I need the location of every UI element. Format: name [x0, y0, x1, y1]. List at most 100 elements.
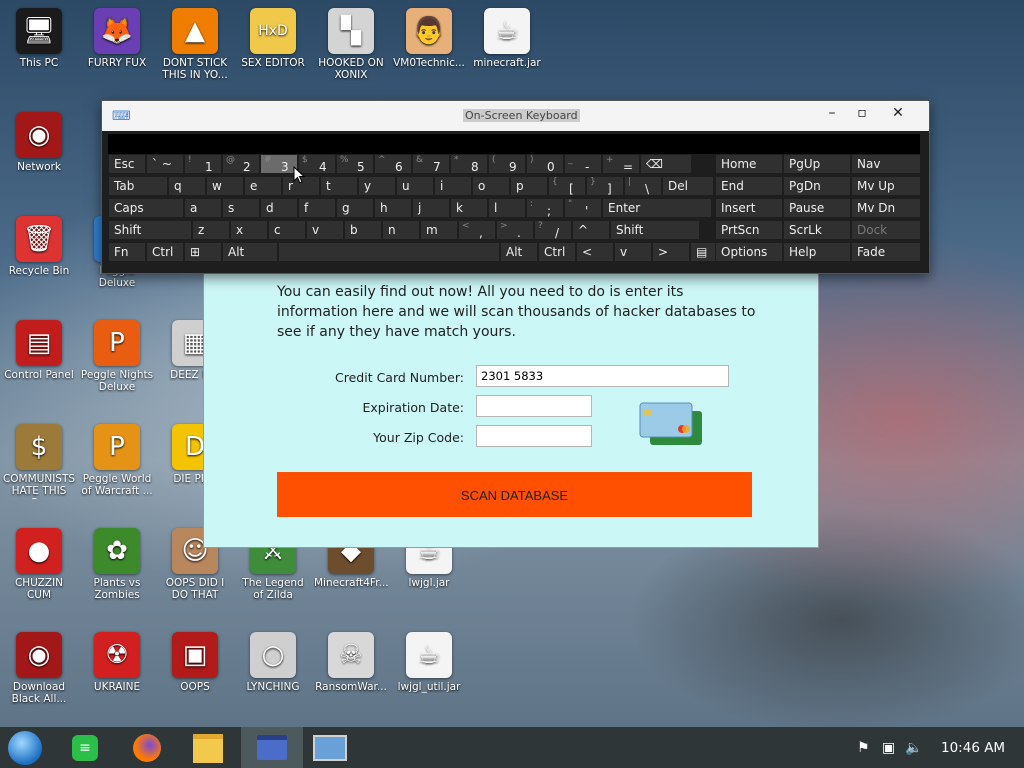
key[interactable]: v	[306, 220, 344, 240]
key[interactable]: :;	[526, 198, 564, 218]
key[interactable]: Shift	[610, 220, 700, 240]
key[interactable]: j	[412, 198, 450, 218]
key[interactable]: i	[434, 176, 472, 196]
key[interactable]: Alt	[222, 242, 278, 262]
desktop-icon[interactable]: 🖥 This PC	[2, 8, 76, 69]
nav-key[interactable]: Dock	[851, 220, 921, 240]
key[interactable]: ? /	[534, 220, 572, 240]
key[interactable]: z	[192, 220, 230, 240]
key[interactable]: f	[298, 198, 336, 218]
network-status-icon[interactable]: ▣	[882, 740, 895, 756]
desktop-icon[interactable]: 👨 VM0Technic...	[392, 8, 466, 69]
key[interactable]: ^ 6	[374, 154, 412, 174]
notes-icon[interactable]: ≡	[67, 730, 103, 766]
key[interactable]: w	[206, 176, 244, 196]
zip-code-input[interactable]	[476, 425, 592, 447]
key[interactable]: ⊞	[184, 242, 222, 262]
desktop-icon[interactable]: ▲ DONT STICK THIS IN YO...	[158, 8, 232, 81]
desktop-icon[interactable]: P Peggle Nights Deluxe	[80, 320, 154, 393]
flag-icon[interactable]: ⚑	[857, 740, 870, 756]
nav-key[interactable]: Insert	[715, 198, 783, 218]
key[interactable]: | \	[624, 176, 662, 196]
desktop-icon[interactable]: $ COMMUNISTS HATE THIS G...	[2, 424, 76, 499]
desktop-icon[interactable]: ☕ minecraft.jar	[470, 8, 544, 69]
nav-key[interactable]: Fade	[851, 242, 921, 262]
desktop-icon[interactable]: ☢ UKRAINE	[80, 632, 154, 693]
maximize-button[interactable]: ▫	[850, 105, 874, 121]
key[interactable]: <	[576, 242, 614, 262]
key[interactable]: Enter	[602, 198, 712, 218]
osk-titlebar[interactable]: ⌨ On-Screen Keyboard – ▫ ✕	[102, 101, 929, 131]
key[interactable]: ) 0	[526, 154, 564, 174]
key[interactable]: Ctrl	[538, 242, 576, 262]
key[interactable]: m	[420, 220, 458, 240]
key[interactable]: u	[396, 176, 434, 196]
nav-key[interactable]: Pause	[783, 198, 851, 218]
desktop-icon[interactable]: 🦊 FURRY FUX	[80, 8, 154, 69]
key[interactable]: @2	[222, 154, 260, 174]
desktop-icon[interactable]: HxD SEX EDITOR	[236, 8, 310, 69]
nav-key[interactable]: Nav	[851, 154, 921, 174]
key[interactable]: Fn	[108, 242, 146, 262]
key[interactable]: q	[168, 176, 206, 196]
key[interactable]: h	[374, 198, 412, 218]
key[interactable]: >.	[496, 220, 534, 240]
key[interactable]: (9	[488, 154, 526, 174]
key[interactable]: y	[358, 176, 396, 196]
desktop-icon[interactable]: ✿ Plants vs Zombies	[80, 528, 154, 601]
nav-key[interactable]: PgDn	[783, 176, 851, 196]
key[interactable]: g	[336, 198, 374, 218]
key[interactable]: s	[222, 198, 260, 218]
key[interactable]: l	[488, 198, 526, 218]
nav-key[interactable]: ScrLk	[783, 220, 851, 240]
key[interactable]: o	[472, 176, 510, 196]
key[interactable]: Alt	[500, 242, 538, 262]
clock[interactable]: 10:46 AM	[941, 740, 1005, 756]
osk-app-icon[interactable]	[312, 730, 348, 766]
key[interactable]: _ -	[564, 154, 602, 174]
key[interactable]: ⌫	[640, 154, 692, 174]
desktop-icon[interactable]: P Peggle World of Warcraft ...	[80, 424, 154, 497]
desktop-icon[interactable]: ▤ Control Panel	[2, 320, 76, 381]
key[interactable]: t	[320, 176, 358, 196]
key[interactable]: Ctrl	[146, 242, 184, 262]
key[interactable]: }]	[586, 176, 624, 196]
key[interactable]: % 5	[336, 154, 374, 174]
card-app-icon[interactable]	[241, 727, 303, 768]
nav-key[interactable]: Options	[715, 242, 783, 262]
key[interactable]: >	[652, 242, 690, 262]
nav-key[interactable]: End	[715, 176, 783, 196]
key[interactable]: * 8	[450, 154, 488, 174]
nav-key[interactable]: Home	[715, 154, 783, 174]
desktop-icon[interactable]: ☠ RansomWar...	[314, 632, 388, 693]
key[interactable]: Del	[662, 176, 714, 196]
key[interactable]: ` ~	[146, 154, 184, 174]
start-orb-icon[interactable]	[7, 730, 43, 766]
key[interactable]: <,	[458, 220, 496, 240]
file-explorer-icon[interactable]	[190, 730, 226, 766]
desktop-icon[interactable]: ● CHUZZIN CUM	[2, 528, 76, 601]
key[interactable]: + =	[602, 154, 640, 174]
key[interactable]: c	[268, 220, 306, 240]
key[interactable]: Caps	[108, 198, 184, 218]
nav-key[interactable]: PrtScn	[715, 220, 783, 240]
desktop-icon[interactable]: 🗑 Recycle Bin	[2, 216, 76, 277]
desktop-icon[interactable]: ◉ Network	[2, 112, 76, 173]
key[interactable]	[278, 242, 500, 262]
nav-key[interactable]: Mv Up	[851, 176, 921, 196]
desktop-icon[interactable]: ◉ Download Black All...	[2, 632, 76, 705]
key[interactable]: x	[230, 220, 268, 240]
key[interactable]: ! 1	[184, 154, 222, 174]
desktop-icon[interactable]: ▚ HOOKED ON XONIX	[314, 8, 388, 81]
expiration-date-input[interactable]	[476, 395, 592, 417]
nav-key[interactable]: Mv Dn	[851, 198, 921, 218]
key[interactable]: Tab	[108, 176, 168, 196]
key[interactable]: n	[382, 220, 420, 240]
close-button[interactable]: ✕	[886, 105, 910, 121]
key[interactable]: d	[260, 198, 298, 218]
desktop-icon[interactable]: ☕ lwjgl_util.jar	[392, 632, 466, 693]
key[interactable]: Shift	[108, 220, 192, 240]
key[interactable]: & 7	[412, 154, 450, 174]
key[interactable]: {[	[548, 176, 586, 196]
volume-icon[interactable]: 🔈	[905, 740, 922, 756]
